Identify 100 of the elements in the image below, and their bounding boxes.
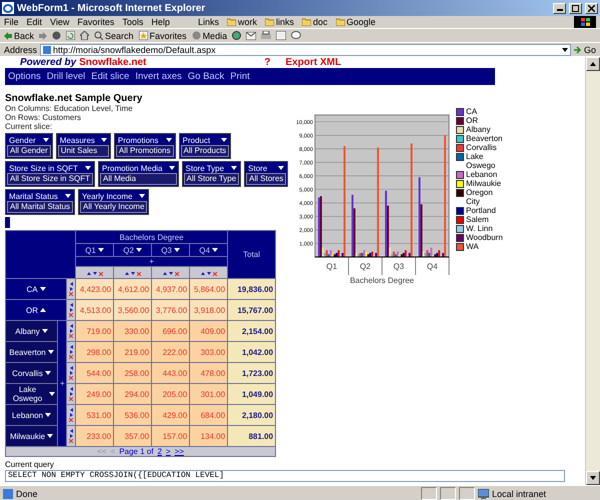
move-right-icon[interactable] [70,371,73,375]
move-right-icon[interactable] [70,329,73,333]
scroll-up-button[interactable] [586,57,600,71]
move-left-icon[interactable] [70,429,73,433]
pager-link[interactable]: > [166,447,171,456]
slicer-dropdown[interactable]: Promotions All Promotions [114,133,176,159]
row-header[interactable]: Lebanon [6,404,58,426]
caret-icon[interactable] [100,138,107,142]
sort-ascending-icon[interactable] [86,272,91,275]
nav-link[interactable]: Edit slice [91,71,130,82]
home-icon[interactable] [80,31,90,40]
pager-link[interactable]: 2 [157,447,162,456]
menu-item[interactable]: File [4,17,19,27]
slicer-dropdown[interactable]: Store Type All Store Type [182,161,242,187]
favorites-button[interactable]: Favorites [138,30,187,40]
remove-icon[interactable] [136,272,141,276]
scroll-down-button[interactable] [586,471,600,485]
move-right-icon[interactable] [70,308,73,312]
maximize-button[interactable] [569,2,582,14]
refresh-icon[interactable] [66,31,76,40]
edit-icon[interactable] [276,31,286,40]
caret-icon[interactable] [139,194,146,198]
menu-item[interactable]: Tools [122,17,144,27]
sort-ascending-icon[interactable] [124,272,129,275]
brand-logo[interactable]: Snowflake.net [79,57,146,68]
dropdown-icon[interactable] [562,48,568,52]
caret-icon[interactable] [45,413,52,417]
sort-ascending-icon[interactable] [162,272,167,275]
move-left-icon[interactable] [70,387,73,391]
nav-link[interactable]: Invert axes [135,71,182,82]
remove-icon[interactable] [69,439,74,443]
sort-descending-icon[interactable] [130,272,135,275]
remove-icon[interactable] [212,272,217,276]
slicer-dropdown[interactable]: Store All Stores [244,161,288,187]
column-header[interactable]: Q4 [190,244,228,256]
move-left-icon[interactable] [70,282,73,286]
pager-link[interactable]: >> [174,447,184,456]
remove-icon[interactable] [69,292,74,296]
row-header[interactable]: Albany [6,320,58,342]
caret-icon[interactable] [42,138,49,142]
menu-item[interactable]: Edit [26,17,42,27]
row-header[interactable]: Corvallis [6,362,58,384]
nav-link[interactable]: Drill level [46,71,86,82]
move-left-icon[interactable] [70,324,73,328]
slicer-dropdown[interactable]: Marital Status All Marital Status [5,189,76,215]
caret-icon[interactable] [44,371,51,375]
move-left-icon[interactable] [70,303,73,307]
caret-icon[interactable] [174,248,180,252]
menu-item[interactable]: Help [151,17,170,27]
nav-link[interactable]: Print [230,71,250,82]
row-header[interactable]: Lake Oswego [6,384,58,404]
history-icon[interactable] [232,31,242,40]
caret-icon[interactable] [231,166,238,170]
go-button[interactable]: Go [574,44,596,54]
menu-item[interactable]: View [50,17,70,27]
move-right-icon[interactable] [70,350,73,354]
column-header[interactable]: Q2 [114,244,152,256]
media-button[interactable]: Media [192,30,228,40]
move-right-icon[interactable] [70,287,73,291]
row-header[interactable]: CA [6,278,66,300]
caret-icon[interactable] [65,194,72,198]
discuss-icon[interactable] [291,31,302,40]
slicer-dropdown[interactable]: Gender All Gender [5,133,53,159]
menu-item[interactable]: Favorites [77,17,114,27]
row-header[interactable]: Milwaukie [6,426,58,446]
remove-icon[interactable] [174,272,179,276]
caret-icon[interactable] [85,166,92,170]
sort-descending-icon[interactable] [168,272,173,275]
caret-icon[interactable] [42,329,48,333]
move-right-icon[interactable] [70,413,73,417]
caret-icon[interactable] [212,248,218,252]
move-right-icon[interactable] [70,392,73,396]
address-field[interactable]: http://moria/snowflakedemo/Default.aspx [40,44,571,56]
search-button[interactable]: Search [94,30,134,40]
remove-icon[interactable] [69,397,74,401]
export-xml-link[interactable]: Export XML [286,57,342,68]
caret-icon[interactable] [40,287,46,291]
slicer-dropdown[interactable]: Promotion Media All Media [98,161,179,187]
back-button[interactable]: Back [4,30,34,40]
link-button[interactable]: Google [336,17,376,27]
caret-icon[interactable] [47,434,54,438]
sort-ascending-icon[interactable] [200,272,205,275]
caret-icon[interactable] [168,166,175,170]
link-button[interactable]: links [264,17,294,27]
row-header[interactable]: OR [6,300,66,320]
move-left-icon[interactable] [70,366,73,370]
nav-link[interactable]: Options [8,71,41,82]
remove-icon[interactable] [69,418,74,422]
remove-icon[interactable] [69,355,74,359]
help-link[interactable]: ? [264,57,270,68]
link-button[interactable]: work [226,17,257,27]
remove-icon[interactable] [69,313,74,317]
caret-icon[interactable] [221,138,228,142]
slicer-dropdown[interactable]: Yearly Income All Yearly Income [78,189,150,215]
move-left-icon[interactable] [70,408,73,412]
stop-icon[interactable] [52,31,62,40]
column-header[interactable]: Q1 [76,244,114,256]
caret-icon[interactable] [278,166,284,170]
caret-icon[interactable] [40,308,46,312]
remove-icon[interactable] [98,272,103,276]
